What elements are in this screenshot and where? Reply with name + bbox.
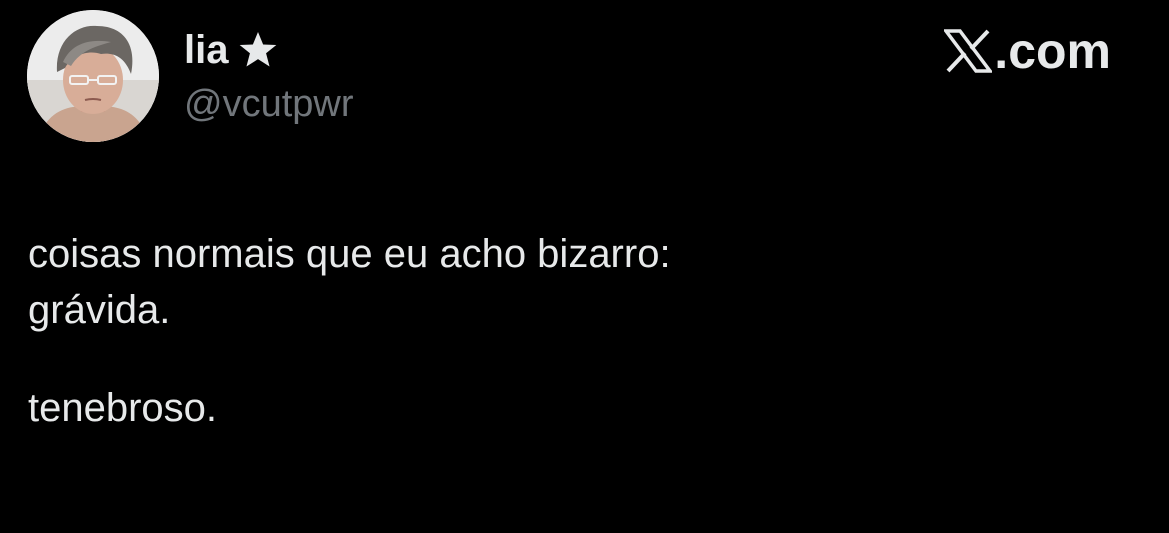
author-name-row: lia	[184, 24, 280, 76]
avatar[interactable]	[27, 10, 159, 142]
avatar-photo	[27, 10, 159, 142]
author-display-name[interactable]: lia	[184, 24, 228, 76]
tweet-text: coisas normais que eu acho bizarro: gráv…	[28, 226, 1128, 436]
tweet-line: grávida.	[28, 288, 171, 332]
brand-mark: .com	[942, 23, 1111, 79]
tweet-line: coisas normais que eu acho bizarro:	[28, 232, 671, 276]
x-logo-icon	[942, 29, 994, 73]
brand-domain: .com	[994, 23, 1111, 79]
author-handle[interactable]: @vcutpwr	[184, 80, 354, 128]
tweet-line: tenebroso.	[28, 386, 218, 430]
tweet-card: lia @vcutpwr .com coisas normais que eu …	[0, 0, 1169, 533]
star-icon	[236, 28, 280, 72]
